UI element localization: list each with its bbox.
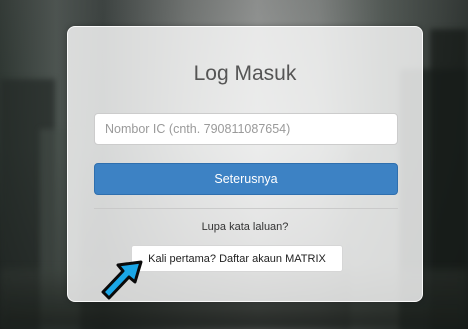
forgot-password-link[interactable]: Lupa kata laluan? [68, 221, 422, 233]
ic-number-input[interactable] [94, 113, 398, 145]
arrow-pointer-icon [101, 260, 143, 300]
divider [94, 208, 398, 209]
next-button[interactable]: Seterusnya [94, 163, 398, 195]
login-title: Log Masuk [193, 62, 297, 85]
register-account-button[interactable]: Kali pertama? Daftar akaun MATRIX [131, 245, 343, 272]
